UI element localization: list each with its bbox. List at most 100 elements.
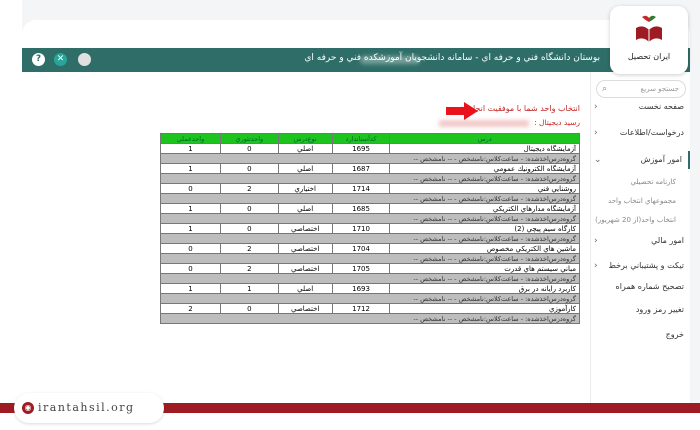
chevron-icon: ‹ xyxy=(594,236,598,246)
site-badge: ◉ irantahsil.org xyxy=(14,393,164,423)
sidebar-item-label: صفحه نخست xyxy=(638,102,684,111)
cell-theory: 2 xyxy=(219,183,279,194)
cell-name: كارآموزي xyxy=(389,303,580,314)
group-info-row: گروه‌درس‌اخذشده: - ساعت‌كلاس:نامشخص - --… xyxy=(160,233,580,244)
sidebar-item[interactable]: تصحيح شماره همراه xyxy=(590,278,690,296)
sidebar-item-label: تغيير رمز ورود xyxy=(635,305,684,314)
sidebar-item[interactable]: تغيير رمز ورود xyxy=(590,301,690,319)
group-info-row: گروه‌درس‌اخذشده: - ساعت‌كلاس:نامشخص - --… xyxy=(160,173,580,184)
cell-name: كارگاه سيم پيچي (2) xyxy=(389,223,580,234)
group-info-text: گروه‌درس‌اخذشده: - ساعت‌كلاس:نامشخص - --… xyxy=(160,313,580,324)
table-row: آزمايشگاه الكترونيك عمومي 1687 اصلي 0 1 xyxy=(160,163,580,174)
table-row: مباني سيستم هاي قدرت 1705 اختصاصي 2 0 xyxy=(160,263,580,274)
sidebar-item[interactable]: كارنامه تحصيلي xyxy=(590,173,690,191)
table-row: كاربرد رايانه در برق 1693 اصلي 1 1 xyxy=(160,283,580,294)
chevron-icon: ‹ xyxy=(594,128,598,138)
close-icon[interactable]: ✕ xyxy=(54,53,67,66)
table-header-row: درس كدآستاندارد نوع‌درس واحدتئوري واحدعم… xyxy=(160,133,580,144)
cell-type: اختصاصي xyxy=(277,303,333,314)
sidebar-item-label: تصحيح شماره همراه xyxy=(615,282,684,291)
blurred-receipt-number xyxy=(438,119,529,127)
cell-practical: 0 xyxy=(160,243,221,254)
cell-name: روشنايي فني xyxy=(389,183,580,194)
group-info-text: گروه‌درس‌اخذشده: - ساعت‌كلاس:نامشخص - --… xyxy=(160,293,580,304)
table-row: كارگاه سيم پيچي (2) 1710 اختصاصي 0 1 xyxy=(160,223,580,234)
sidebar-item-label: امور مالي xyxy=(651,236,684,245)
sidebar-item-label: تيكت و پشتيباني برخط xyxy=(608,261,684,270)
group-info-text: گروه‌درس‌اخذشده: - ساعت‌كلاس:نامشخص - --… xyxy=(160,253,580,264)
sidebar-item[interactable]: امور مالي ‹ xyxy=(590,232,690,250)
receipt-label: رسيد ديجيتال : xyxy=(534,118,580,127)
cell-name: كاربرد رايانه در برق xyxy=(389,283,580,294)
cell-practical: 0 xyxy=(160,183,221,194)
group-info-text: گروه‌درس‌اخذشده: - ساعت‌كلاس:نامشخص - --… xyxy=(160,213,580,224)
sidebar-item[interactable]: صفحه نخست ‹ xyxy=(590,98,690,116)
browser-frame: ? ✕ بوستان دانشگاه فني و حرفه اي - سامان… xyxy=(22,20,690,403)
sidebar-item-label: خروج xyxy=(665,330,684,339)
sidebar-item-label: انتخاب واحد(از 20 شهريور) xyxy=(595,216,676,224)
group-info-row: گروه‌درس‌اخذشده: - ساعت‌كلاس:نامشخص - --… xyxy=(160,193,580,204)
chevron-icon: ‹ xyxy=(594,102,598,112)
cell-theory: 0 xyxy=(219,223,279,234)
sidebar-item[interactable]: تيكت و پشتيباني برخط ‹ xyxy=(590,257,690,275)
cell-practical: 1 xyxy=(160,203,221,214)
sidebar-item-label: امور آموزش xyxy=(640,155,682,164)
cell-theory: 0 xyxy=(219,163,279,174)
group-info-row: گروه‌درس‌اخذشده: - ساعت‌كلاس:نامشخص - --… xyxy=(160,273,580,284)
header-practical: واحدعملي xyxy=(160,133,221,144)
cell-theory: 1 xyxy=(219,283,279,294)
sidebar-item[interactable]: خروج xyxy=(590,326,690,344)
sidebar: ⌕ جستجو سريع صفحه نخست ‹ درخواست/اطلاعات ‹ ا… xyxy=(590,72,690,403)
group-info-row: گروه‌درس‌اخذشده: - ساعت‌كلاس:نامشخص - --… xyxy=(160,293,580,304)
cell-code: 1685 xyxy=(331,203,391,214)
app-title: بوستان دانشگاه فني و حرفه اي - سامانه دا… xyxy=(304,53,600,63)
search-input[interactable]: ⌕ جستجو سريع xyxy=(596,80,686,98)
header-course: درس xyxy=(389,133,580,144)
cell-code: 1705 xyxy=(331,263,391,274)
cell-practical: 0 xyxy=(160,263,221,274)
cell-practical: 1 xyxy=(160,283,221,294)
sidebar-item[interactable]: درخواست/اطلاعات ‹ xyxy=(590,124,690,142)
sidebar-item[interactable]: مجموعهاي انتخاب واحد xyxy=(590,192,690,210)
cell-name: مباني سيستم هاي قدرت xyxy=(389,263,580,274)
chevron-icon: ‹ xyxy=(594,261,598,271)
cell-type: اختصاصي xyxy=(277,263,333,274)
cell-code: 1695 xyxy=(331,143,391,154)
header-type: نوع‌درس xyxy=(277,133,333,144)
help-icon[interactable]: ? xyxy=(32,53,45,66)
digital-receipt: رسيد ديجيتال : xyxy=(438,118,580,127)
brand-logo: ایران تحصیل xyxy=(610,6,688,74)
cell-theory: 2 xyxy=(219,243,279,254)
group-info-row: گروه‌درس‌اخذشده: - ساعت‌كلاس:نامشخص - --… xyxy=(160,213,580,224)
table-row: ماشين هاي الكتريكي مخصوص 1704 اختصاصي 2 0 xyxy=(160,243,580,254)
main-content: انتخاب واحد شما با موفقيت انجام شد رسيد … xyxy=(22,72,590,403)
group-info-text: گروه‌درس‌اخذشده: - ساعت‌كلاس:نامشخص - --… xyxy=(160,273,580,284)
group-info-text: گروه‌درس‌اخذشده: - ساعت‌كلاس:نامشخص - --… xyxy=(160,153,580,164)
cell-practical: 1 xyxy=(160,143,221,154)
cell-theory: 0 xyxy=(219,203,279,214)
cell-code: 1704 xyxy=(331,243,391,254)
cell-name: ماشين هاي الكتريكي مخصوص xyxy=(389,243,580,254)
cell-type: اختصاصي xyxy=(277,223,333,234)
header-theory: واحدتئوري xyxy=(219,133,279,144)
site-url: irantahsil.org xyxy=(38,401,135,414)
cell-practical: 1 xyxy=(160,223,221,234)
sidebar-item[interactable]: انتخاب واحد(از 20 شهريور) xyxy=(590,211,690,229)
cell-theory: 0 xyxy=(219,143,279,154)
sidebar-item-label: مجموعهاي انتخاب واحد xyxy=(608,197,676,205)
sidebar-item-label: درخواست/اطلاعات xyxy=(619,128,684,137)
cell-code: 1712 xyxy=(331,303,391,314)
search-icon: ⌕ xyxy=(602,84,608,94)
cell-code: 1710 xyxy=(331,223,391,234)
cell-type: اصلي xyxy=(277,163,333,174)
cell-name: آزمايشگاه الكترونيك عمومي xyxy=(389,163,580,174)
sidebar-item[interactable]: امور آموزش ⌄ xyxy=(590,151,690,169)
group-info-row: گروه‌درس‌اخذشده: - ساعت‌كلاس:نامشخص - --… xyxy=(160,313,580,324)
cell-type: اصلي xyxy=(277,203,333,214)
globe-icon: ◉ xyxy=(22,402,34,414)
cell-code: 1693 xyxy=(331,283,391,294)
group-info-row: گروه‌درس‌اخذشده: - ساعت‌كلاس:نامشخص - --… xyxy=(160,153,580,164)
group-info-row: گروه‌درس‌اخذشده: - ساعت‌كلاس:نامشخص - --… xyxy=(160,253,580,264)
cell-type: اصلي xyxy=(277,283,333,294)
group-info-text: گروه‌درس‌اخذشده: - ساعت‌كلاس:نامشخص - --… xyxy=(160,233,580,244)
